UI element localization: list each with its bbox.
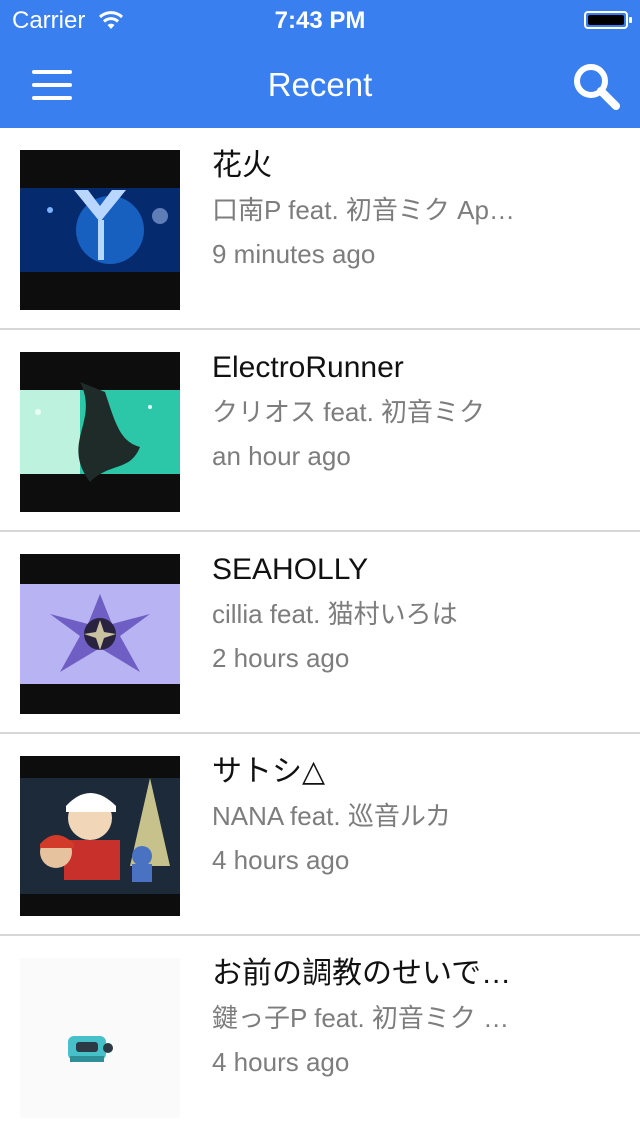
item-title: SEAHOLLY: [212, 553, 369, 586]
item-title: ElectroRunner: [212, 351, 404, 384]
item-timestamp: an hour ago: [212, 441, 351, 471]
item-title: サトシ△: [212, 755, 326, 788]
list-item[interactable]: SEAHOLLY cillia feat. 猫村いろは 2 hours ago: [0, 532, 640, 734]
item-timestamp: 4 hours ago: [212, 1047, 350, 1077]
thumbnail-electrorunner: [20, 352, 180, 512]
item-timestamp: 2 hours ago: [212, 643, 350, 673]
item-artist: cillia feat. 猫村いろは: [212, 599, 458, 629]
item-title: お前の調教のせいで…: [212, 957, 512, 990]
navigation-bar: Recent: [0, 40, 640, 128]
header: Carrier 7:43 PM Recent: [0, 0, 640, 128]
item-timestamp: 4 hours ago: [212, 845, 350, 875]
item-artist: 鍵っ子P feat. 初音ミク …: [212, 1003, 510, 1033]
status-bar: Carrier 7:43 PM: [0, 0, 640, 40]
page-title: Recent: [267, 66, 373, 103]
clock: 7:43 PM: [274, 7, 366, 34]
list-item[interactable]: 花火 口南P feat. 初音ミク Ap… 9 minutes ago: [0, 128, 640, 330]
item-title: 花火: [212, 149, 272, 182]
thumbnail-hanabi: [20, 150, 180, 310]
list-item[interactable]: ElectroRunner クリオス feat. 初音ミク an hour ag…: [0, 330, 640, 532]
list-item[interactable]: お前の調教のせいで… 鍵っ子P feat. 初音ミク … 4 hours ago: [0, 936, 640, 1138]
item-artist: クリオス feat. 初音ミク: [212, 397, 486, 427]
battery-icon: [584, 11, 632, 29]
item-timestamp: 9 minutes ago: [212, 239, 376, 269]
item-artist: NANA feat. 巡音ルカ: [212, 801, 452, 831]
recent-list: 花火 口南P feat. 初音ミク Ap… 9 minutes ago Elec…: [0, 128, 640, 1138]
thumbnail-satoshi: [20, 756, 180, 916]
search-icon[interactable]: [570, 60, 622, 112]
thumbnail-seaholly: [20, 554, 180, 714]
thumbnail-omae: [20, 958, 180, 1118]
item-artist: 口南P feat. 初音ミク Ap…: [212, 195, 515, 225]
list-item[interactable]: サトシ△ NANA feat. 巡音ルカ 4 hours ago: [0, 734, 640, 936]
